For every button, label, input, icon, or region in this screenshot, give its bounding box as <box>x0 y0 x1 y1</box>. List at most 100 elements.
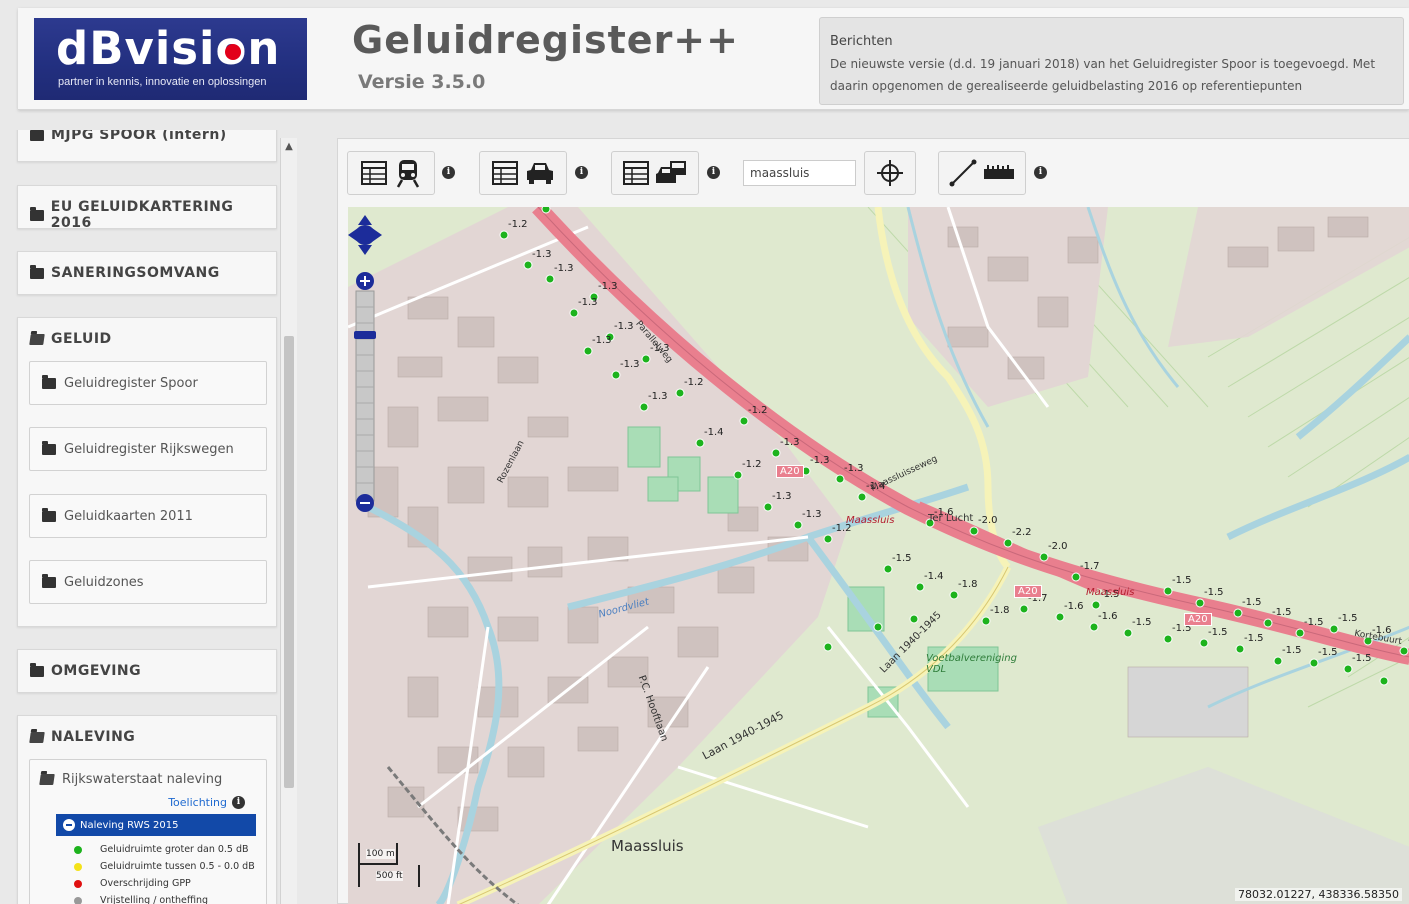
noise-value-label: -1.6 <box>1098 611 1118 622</box>
road-shield-a20: A20 <box>776 465 804 478</box>
info-icon[interactable]: i <box>442 166 455 179</box>
noise-value-label: -1.5 <box>1242 597 1262 608</box>
noise-value-label: -1.3 <box>592 335 612 346</box>
map-base-layer <box>348 207 1409 904</box>
scale-feet: 500 ft <box>376 871 403 881</box>
noise-value-label: -1.3 <box>780 437 800 448</box>
panel-naleving: NALEVING Rijkswaterstaat naleving Toelic… <box>17 715 277 904</box>
info-icon[interactable]: i <box>707 166 720 179</box>
legend-item: Overschrijding GPP <box>74 878 191 889</box>
app-title: Geluidregister++ <box>352 18 739 62</box>
legend-label: Geluidruimte tussen 0.5 - 0.0 dB <box>100 861 255 872</box>
noise-value-label: -1.5 <box>1352 653 1372 664</box>
noise-value-label: -1.3 <box>532 249 552 260</box>
map-canvas[interactable]: -1.2-1.4-1.3-1.3-1.3-1.3-1.3-1.3-1.3-1.3… <box>348 207 1409 904</box>
toelichting-link[interactable]: Toelichting i <box>168 796 245 809</box>
panel-label: OMGEVING <box>51 663 142 679</box>
panel-eu-geluidkartering[interactable]: EU GELUIDKARTERING 2016 <box>17 185 277 231</box>
info-icon[interactable]: i <box>1034 166 1047 179</box>
layer-label: Geluidzones <box>64 574 144 590</box>
info-icon[interactable]: i <box>575 166 588 179</box>
layer-geluidregister-spoor[interactable]: Geluidregister Spoor <box>29 361 267 405</box>
minus-circle-icon <box>63 819 75 831</box>
table-icon <box>623 161 649 185</box>
panel-geluid: GELUID Geluidregister Spoor Geluidregist… <box>17 317 277 627</box>
active-layer-naleving-rws-2015[interactable]: Naleving RWS 2015 <box>56 814 256 836</box>
measure-button[interactable] <box>938 151 1026 195</box>
car-icon <box>527 163 553 184</box>
city-label-maassluis: Maassluis <box>611 837 684 855</box>
noise-value-label: -1.6 <box>1064 601 1084 612</box>
legend-label: Vrijstelling / ontheffing <box>100 895 209 904</box>
folder-icon <box>30 206 44 221</box>
noise-value-label: -1.5 <box>1132 617 1152 628</box>
street-label-ter-lucht: Ter Lucht <box>928 513 974 524</box>
layer-geluidzones[interactable]: Geluidzones <box>29 560 267 604</box>
zoom-slider-handle[interactable] <box>354 331 376 339</box>
place-label-vdl: Voetbalvereniging VDL <box>926 653 1017 675</box>
folder-open-icon <box>39 774 55 785</box>
traffic-table-button[interactable] <box>611 151 699 195</box>
folder-icon <box>42 440 56 455</box>
legend-item: Geluidruimte tussen 0.5 - 0.0 dB <box>74 861 255 872</box>
noise-value-label: -1.3 <box>620 359 640 370</box>
location-search-input[interactable] <box>743 160 856 186</box>
logo-tagline: partner in kennis, innovatie en oplossin… <box>58 76 267 88</box>
locate-button[interactable] <box>864 151 916 195</box>
layer-rws-naleving-header[interactable]: Rijkswaterstaat naleving <box>39 772 223 787</box>
sidebar: MJPG SPOOR (intern) EU GELUIDKARTERING 2… <box>0 130 296 904</box>
panel-label: GELUID <box>51 331 112 347</box>
logo-text: dBvision <box>56 22 281 75</box>
logo-dot <box>225 44 241 60</box>
noise-value-label: -1.5 <box>1318 647 1338 658</box>
panel-naleving-header[interactable]: NALEVING <box>29 729 136 745</box>
table-icon <box>361 161 387 185</box>
legend-dot-red <box>74 879 82 888</box>
legend-label: Geluidruimte groter dan 0.5 dB <box>100 844 249 855</box>
layer-label: Geluidregister Rijkswegen <box>64 441 234 457</box>
rail-table-button[interactable] <box>347 151 435 195</box>
scrollbar-thumb[interactable] <box>284 336 294 788</box>
info-icon: i <box>232 796 245 809</box>
panel-saneringsomvang[interactable]: SANERINGSOMVANG <box>17 251 277 295</box>
table-icon <box>492 161 518 185</box>
place-label-maassluis-a20: Maassluis <box>1086 587 1135 598</box>
crosshair-icon <box>877 160 903 186</box>
layer-geluidkaarten-2011[interactable]: Geluidkaarten 2011 <box>29 494 267 538</box>
noise-value-label: -1.3 <box>598 281 618 292</box>
scale-bar: 100 m 500 ft <box>358 843 420 891</box>
folder-icon <box>30 662 44 677</box>
noise-value-label: -1.2 <box>748 405 768 416</box>
active-layer-label: Naleving RWS 2015 <box>80 819 179 831</box>
noise-value-label: -1.5 <box>1172 575 1192 586</box>
ruler-icon <box>984 165 1014 179</box>
noise-value-label: -1.3 <box>648 391 668 402</box>
noise-value-label: -1.2 <box>684 377 704 388</box>
line-draw-icon <box>949 159 977 187</box>
zoom-control[interactable] <box>348 207 382 517</box>
scroll-up-arrow-icon[interactable]: ▲ <box>281 138 297 156</box>
toelichting-label: Toelichting <box>168 796 227 809</box>
panel-omgeving[interactable]: OMGEVING <box>17 649 277 693</box>
panel-mjpg-spoor[interactable]: MJPG SPOOR (intern) <box>17 130 277 162</box>
folder-icon <box>30 130 44 141</box>
road-shield-a20: A20 <box>1014 585 1042 598</box>
app-header: dBvision partner in kennis, innovatie en… <box>18 8 1409 110</box>
panel-label: NALEVING <box>51 729 136 745</box>
layer-label: Rijkswaterstaat naleving <box>62 772 223 787</box>
mouse-coordinates: 78032.01227, 438336.58350 <box>1235 888 1402 901</box>
noise-value-label: -1.3 <box>554 263 574 274</box>
noise-value-label: -1.5 <box>1204 587 1224 598</box>
legend-dot-yellow <box>74 862 82 871</box>
messages-title: Berichten <box>830 34 893 49</box>
road-table-button[interactable] <box>479 151 567 195</box>
sidebar-scrollbar[interactable]: ▲ <box>280 138 297 904</box>
noise-value-label: -1.2 <box>508 219 528 230</box>
layer-geluidregister-rijkswegen[interactable]: Geluidregister Rijkswegen <box>29 427 267 471</box>
noise-value-label: -1.5 <box>1244 633 1264 644</box>
panel-geluid-header[interactable]: GELUID <box>29 331 112 347</box>
messages-body: De nieuwste versie (d.d. 19 januari 2018… <box>830 57 1376 93</box>
place-label-maassluis-junction: Maassluis <box>846 515 895 526</box>
noise-value-label: -1.5 <box>1282 645 1302 656</box>
folder-open-icon <box>29 731 45 743</box>
